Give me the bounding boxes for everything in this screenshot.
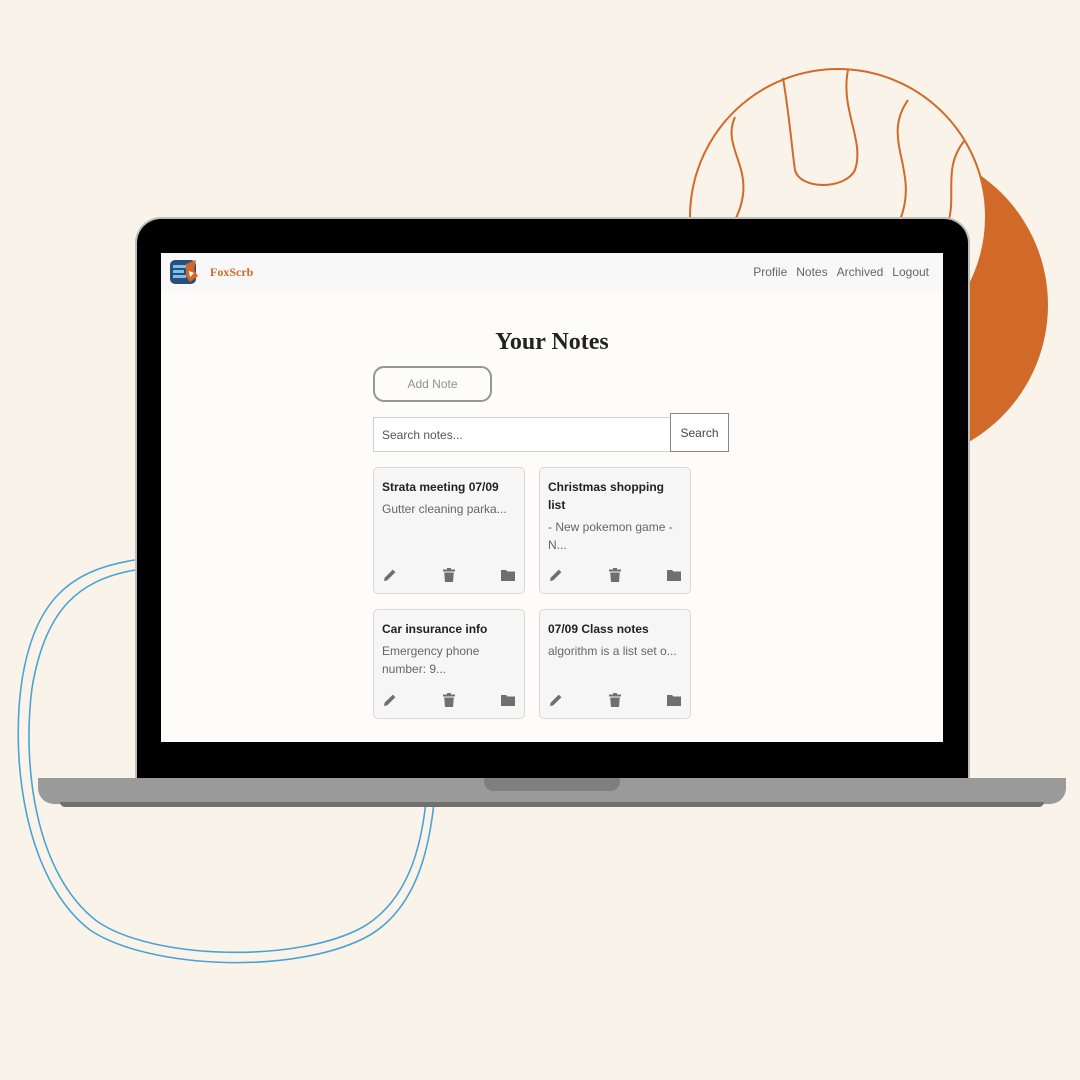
navbar: FoxScrb Profile Notes Archived Logout — [161, 253, 943, 291]
folder-icon[interactable] — [500, 692, 516, 708]
trash-icon[interactable] — [607, 567, 623, 583]
note-title: 07/09 Class notes — [548, 622, 649, 636]
folder-icon[interactable] — [500, 567, 516, 583]
nav-notes[interactable]: Notes — [796, 265, 827, 279]
note-actions — [382, 567, 516, 583]
note-actions — [548, 692, 682, 708]
note-preview: algorithm is a list set o... — [548, 644, 677, 658]
pencil-icon[interactable] — [382, 692, 398, 708]
note-preview: Emergency phone number: 9... — [382, 644, 480, 676]
note-card[interactable]: Strata meeting 07/09 Gutter cleaning par… — [373, 467, 525, 594]
trash-icon[interactable] — [441, 692, 457, 708]
main-content: Your Notes Add Note Search notes... Sear… — [161, 291, 943, 742]
note-title: Christmas shopping list — [548, 480, 665, 512]
add-note-button[interactable]: Add Note — [373, 366, 492, 402]
folder-icon[interactable] — [666, 692, 682, 708]
note-card[interactable]: 07/09 Class notes algorithm is a list se… — [539, 609, 691, 719]
app-screen: FoxScrb Profile Notes Archived Logout Yo… — [161, 253, 943, 742]
nav-logout[interactable]: Logout — [892, 265, 929, 279]
brand[interactable]: FoxScrb — [168, 256, 253, 288]
pencil-icon[interactable] — [548, 567, 564, 583]
laptop-notch — [484, 778, 620, 791]
nav-profile[interactable]: Profile — [753, 265, 787, 279]
trash-icon[interactable] — [441, 567, 457, 583]
note-title: Car insurance info — [382, 622, 488, 636]
brand-name: FoxScrb — [210, 264, 254, 279]
search-button[interactable]: Search — [670, 413, 729, 452]
search-input[interactable]: Search notes... — [373, 417, 671, 452]
note-actions — [548, 567, 682, 583]
note-card[interactable]: Car insurance info Emergency phone numbe… — [373, 609, 525, 719]
pencil-icon[interactable] — [382, 567, 398, 583]
note-card[interactable]: Christmas shopping list - New pokemon ga… — [539, 467, 691, 594]
page-title: Your Notes — [495, 329, 609, 355]
laptop-base-edge — [60, 802, 1044, 807]
pencil-icon[interactable] — [548, 692, 564, 708]
note-actions — [382, 692, 516, 708]
fox-logo-icon — [170, 260, 198, 284]
nav-archived[interactable]: Archived — [837, 265, 884, 279]
trash-icon[interactable] — [607, 692, 623, 708]
note-preview: - New pokemon game - N... — [548, 520, 673, 552]
folder-icon[interactable] — [666, 567, 682, 583]
note-title: Strata meeting 07/09 — [382, 480, 499, 494]
nav-links: Profile Notes Archived Logout — [753, 265, 929, 279]
note-preview: Gutter cleaning parka... — [382, 502, 507, 516]
